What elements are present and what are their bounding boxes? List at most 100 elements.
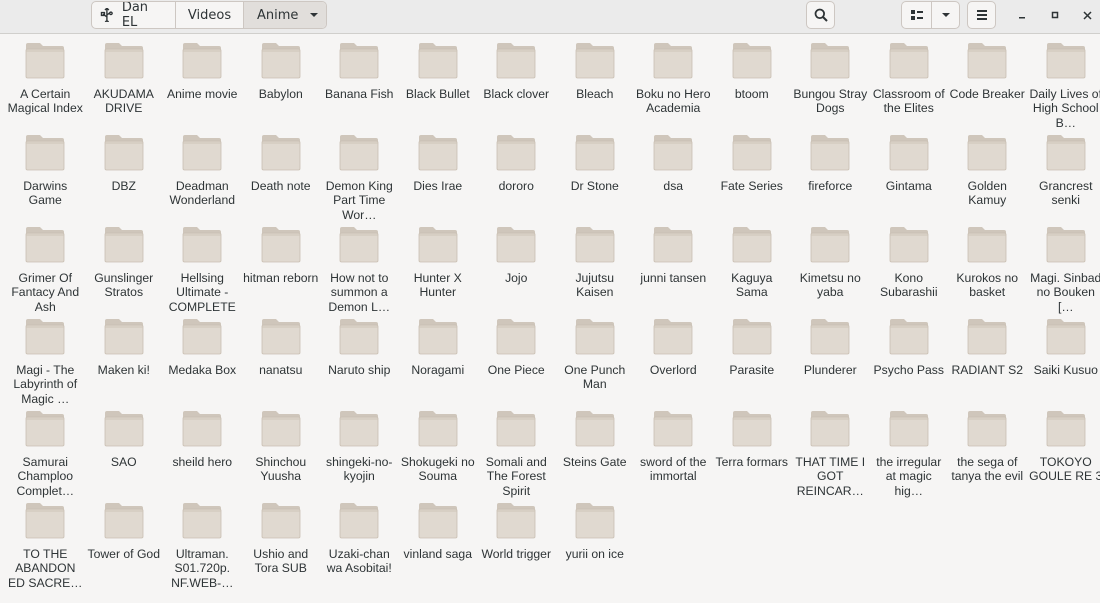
folder-item[interactable]: Code Breaker: [948, 41, 1027, 133]
folder-item[interactable]: Tower of God: [85, 501, 164, 593]
folder-item[interactable]: Psycho Pass: [870, 317, 949, 409]
folder-item[interactable]: TO THE ABANDON ED SACRE…: [6, 501, 85, 593]
folder-icon: [496, 135, 536, 171]
folder-item[interactable]: Somali and The Forest Spirit: [477, 409, 556, 501]
folder-item[interactable]: dororo: [477, 133, 556, 225]
folder-name: Medaka Box: [168, 363, 237, 377]
folder-item[interactable]: Fate Series: [713, 133, 792, 225]
folder-item[interactable]: DBZ: [85, 133, 164, 225]
folder-item[interactable]: One Punch Man: [556, 317, 635, 409]
folder-item[interactable]: the irregular at magic hig…: [870, 409, 949, 501]
folder-item[interactable]: Magi - The Labyrinth of Magic …: [6, 317, 85, 409]
folder-item[interactable]: Daily Lives of High School B…: [1027, 41, 1100, 133]
view-button[interactable]: [901, 1, 931, 29]
folder-item[interactable]: SAO: [85, 409, 164, 501]
folder-item[interactable]: A Certain Magical Index: [6, 41, 85, 133]
search-icon: [814, 8, 828, 22]
folder-item[interactable]: Magi. Sinbad no Bouken […: [1027, 225, 1100, 317]
folder-item[interactable]: Classroom of the Elites: [870, 41, 949, 133]
folder-item[interactable]: junni tansen: [634, 225, 713, 317]
folder-item[interactable]: dsa: [634, 133, 713, 225]
folder-item[interactable]: Medaka Box: [163, 317, 242, 409]
folder-item[interactable]: World trigger: [477, 501, 556, 593]
folder-item[interactable]: Overlord: [634, 317, 713, 409]
folder-item[interactable]: sword of the immortal: [634, 409, 713, 501]
folder-item[interactable]: Golden Kamuy: [948, 133, 1027, 225]
breadcrumb-current[interactable]: Anime: [244, 2, 326, 28]
search-button[interactable]: [806, 1, 835, 29]
folder-item[interactable]: Jujutsu Kaisen: [556, 225, 635, 317]
close-button[interactable]: [1076, 4, 1098, 26]
folder-item[interactable]: THAT TIME I GOT REINCAR…: [791, 409, 870, 501]
folder-item[interactable]: Grimer Of Fantacy And Ash: [6, 225, 85, 317]
folder-item[interactable]: sheild hero: [163, 409, 242, 501]
breadcrumb-videos[interactable]: Videos: [176, 2, 244, 28]
folder-name: Kono Subarashii: [879, 271, 938, 300]
folder-item[interactable]: How not to summon a Demon L…: [320, 225, 399, 317]
folder-item[interactable]: Jojo: [477, 225, 556, 317]
folder-item[interactable]: Shokugeki no Souma: [399, 409, 478, 501]
folder-item[interactable]: Hunter X Hunter: [399, 225, 478, 317]
folder-item[interactable]: Shinchou Yuusha: [242, 409, 321, 501]
folder-item[interactable]: Saiki Kusuo: [1027, 317, 1100, 409]
folder-item[interactable]: Demon King Part Time Wor…: [320, 133, 399, 225]
folder-item[interactable]: yurii on ice: [556, 501, 635, 593]
folder-item[interactable]: Gintama: [870, 133, 949, 225]
folder-item[interactable]: Deadman Wonderland: [163, 133, 242, 225]
folder-item[interactable]: Gunslinger Stratos: [85, 225, 164, 317]
breadcrumb-home[interactable]: Dan EL: [92, 2, 176, 28]
folder-item[interactable]: Death note: [242, 133, 321, 225]
folder-item[interactable]: Hellsing Ultimate - COMPLETE: [163, 225, 242, 317]
folder-item[interactable]: Ushio and Tora SUB: [242, 501, 321, 593]
folder-icon: [104, 43, 144, 79]
icon-view-icon: [910, 10, 923, 20]
folder-item[interactable]: Black Bullet: [399, 41, 478, 133]
folder-icon: [1046, 411, 1086, 447]
folder-item[interactable]: Kono Subarashii: [870, 225, 949, 317]
chevron-down-icon[interactable]: [302, 12, 326, 18]
folder-item[interactable]: Plunderer: [791, 317, 870, 409]
folder-item[interactable]: TOKOYO GOULE RE 3: [1027, 409, 1100, 501]
folder-name: Classroom of the Elites: [872, 87, 945, 116]
folder-item[interactable]: Maken ki!: [85, 317, 164, 409]
folder-item[interactable]: One Piece: [477, 317, 556, 409]
folder-item[interactable]: Darwins Game: [6, 133, 85, 225]
folder-item[interactable]: vinland saga: [399, 501, 478, 593]
folder-item[interactable]: Terra formars: [713, 409, 792, 501]
folder-item[interactable]: Parasite: [713, 317, 792, 409]
folder-item[interactable]: Kurokos no basket: [948, 225, 1027, 317]
folder-item[interactable]: AKUDAMA DRIVE: [85, 41, 164, 133]
folder-item[interactable]: Kimetsu no yaba: [791, 225, 870, 317]
folder-item[interactable]: RADIANT S2: [948, 317, 1027, 409]
folder-name: Bleach: [576, 87, 614, 101]
folder-item[interactable]: Dr Stone: [556, 133, 635, 225]
folder-item[interactable]: Kaguya Sama: [713, 225, 792, 317]
folder-item[interactable]: Dies Irae: [399, 133, 478, 225]
folder-item[interactable]: fireforce: [791, 133, 870, 225]
breadcrumb: Dan EL Videos Anime: [91, 1, 327, 29]
folder-item[interactable]: Babylon: [242, 41, 321, 133]
minimize-button[interactable]: [1011, 4, 1033, 26]
folder-item[interactable]: Uzaki-chan wa Asobitai!: [320, 501, 399, 593]
folder-item[interactable]: Bleach: [556, 41, 635, 133]
main-menu-button[interactable]: [967, 1, 996, 29]
folder-item[interactable]: shingeki-no-kyojin: [320, 409, 399, 501]
folder-item[interactable]: Samurai Champloo Complet…: [6, 409, 85, 501]
folder-item[interactable]: Steins Gate: [556, 409, 635, 501]
folder-name: Jujutsu Kaisen: [575, 271, 615, 300]
folder-item[interactable]: Black clover: [477, 41, 556, 133]
folder-item[interactable]: Anime movie: [163, 41, 242, 133]
folder-item[interactable]: Banana Fish: [320, 41, 399, 133]
folder-item[interactable]: Boku no Hero Academia: [634, 41, 713, 133]
folder-item[interactable]: Ultraman. S01.720p. NF.WEB-…: [163, 501, 242, 593]
folder-item[interactable]: Grancrest senki: [1027, 133, 1100, 225]
folder-item[interactable]: Bungou Stray Dogs: [791, 41, 870, 133]
folder-item[interactable]: Naruto ship: [320, 317, 399, 409]
folder-item[interactable]: the sega of tanya the evil: [948, 409, 1027, 501]
folder-item[interactable]: nanatsu: [242, 317, 321, 409]
folder-item[interactable]: hitman reborn: [242, 225, 321, 317]
maximize-button[interactable]: [1044, 4, 1066, 26]
folder-item[interactable]: Noragami: [399, 317, 478, 409]
folder-item[interactable]: btoom: [713, 41, 792, 133]
view-options-button[interactable]: [931, 1, 960, 29]
